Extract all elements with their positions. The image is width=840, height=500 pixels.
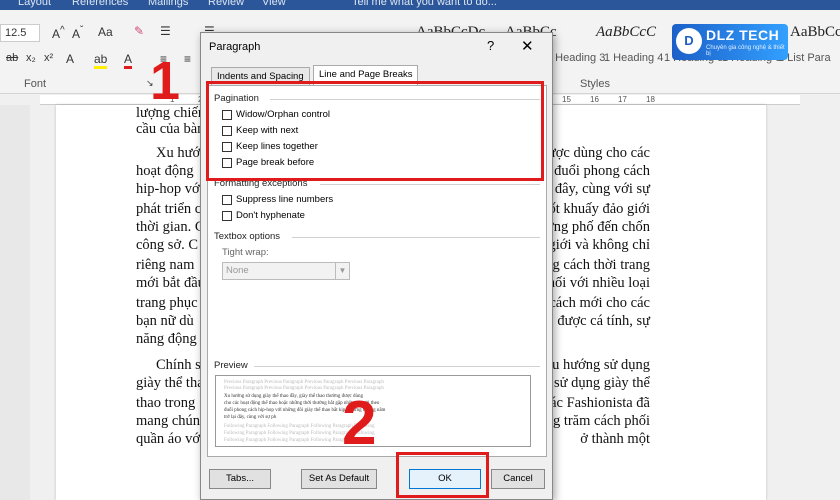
document-text-line: xu hướng sử dụng	[544, 357, 650, 373]
style-heading-3[interactable]: 1 Heading 3	[546, 52, 605, 64]
document-text-line: đây, cùng với sự	[554, 181, 650, 197]
document-text-line: Xu hướ	[156, 145, 201, 161]
document-text-line: đuổi phong cách	[554, 163, 650, 179]
ruler-mark: 17	[618, 95, 627, 104]
ok-highlight-box	[396, 452, 489, 498]
preview-heading: Preview	[214, 360, 248, 371]
document-text-line: quần áo vớ	[136, 431, 201, 447]
cancel-button[interactable]: Cancel	[491, 469, 545, 489]
dlz-tech-logo: D DLZ TECH Chuyên gia công nghệ & thiết …	[672, 24, 788, 60]
style-sample-3[interactable]: AaBbCcC	[596, 24, 656, 52]
change-case-button[interactable]: Aa	[98, 25, 113, 39]
tab-view[interactable]: View	[262, 0, 286, 8]
superscript-icon[interactable]: x²	[44, 52, 53, 64]
dont-hyphenate-checkbox[interactable]	[222, 211, 232, 221]
document-text-line: giày thể tha	[136, 375, 204, 391]
subscript-icon[interactable]: x₂	[26, 52, 36, 64]
tell-me-search[interactable]: Tell me what you want to do...	[352, 0, 497, 8]
step-1-label: 1	[150, 51, 181, 111]
document-text-line: hoạt động	[136, 163, 194, 179]
section-divider	[254, 366, 540, 367]
document-text-line: ng trăm cách phối	[545, 413, 650, 429]
tab-mailings[interactable]: Mailings	[148, 0, 188, 8]
dialog-title: Paragraph	[209, 41, 261, 53]
strikethrough-icon[interactable]: ab	[6, 52, 18, 64]
ribbon-tab-bar: Layout References Mailings Review View T…	[0, 0, 840, 10]
preview-prev-line: Previous Paragraph Previous Paragraph Pr…	[224, 380, 384, 385]
step-2-label: 2	[342, 389, 377, 458]
text-effects-icon[interactable]: A	[66, 52, 74, 66]
document-text-line: ốt khuấy đảo giới	[548, 201, 651, 217]
document-text-line: thao trong	[136, 395, 196, 411]
tab-references[interactable]: References	[72, 0, 128, 8]
document-text-line: công sở. C	[136, 237, 199, 253]
align-center-icon[interactable]: ≡	[184, 52, 191, 66]
document-text-line: hip-hop vớ	[136, 181, 200, 197]
document-text-line: ng cách thời trang	[545, 257, 650, 273]
styles-group-label: Styles	[580, 78, 610, 90]
document-text-line: mới bắt đầu	[136, 275, 205, 291]
ruler-mark: 16	[590, 95, 599, 104]
textbox-options-heading: Textbox options	[214, 231, 281, 242]
document-text-line: hối với nhiều loại	[547, 275, 650, 291]
document-text-line: riêng nam	[136, 257, 195, 273]
document-text-line: năng động	[136, 331, 197, 347]
grow-font-icon[interactable]: A^	[52, 25, 65, 41]
tab-review[interactable]: Review	[208, 0, 244, 8]
font-size-box[interactable]: 12.5	[0, 24, 40, 42]
ruler-mark: 15	[562, 95, 571, 104]
logo-tagline: Chuyên gia công nghệ & thiết bị	[706, 45, 785, 57]
style-sample-4[interactable]: AaBbCc	[790, 24, 840, 52]
document-text-line: ược dùng cho các	[547, 145, 650, 161]
document-text-line: g sử dụng giày thể	[543, 375, 650, 391]
document-text-line: mang chúng	[136, 413, 208, 429]
suppress-line-numbers-checkbox[interactable]	[222, 195, 232, 205]
suppress-line-numbers-label: Suppress line numbers	[236, 194, 334, 205]
document-text-line: trang phục	[136, 295, 198, 311]
document-text-line: được cá tính, sự	[557, 313, 650, 329]
style-heading-4[interactable]: 1 Heading 4	[604, 52, 663, 64]
vertical-ruler	[0, 105, 30, 500]
section-divider	[320, 184, 540, 185]
document-text-line: ở thành một	[580, 431, 650, 447]
document-text-line: ơng phố đến chốn	[546, 219, 650, 235]
document-text-line: thời gian. C	[136, 219, 205, 235]
logo-name: DLZ TECH	[706, 27, 780, 43]
help-button[interactable]: ?	[487, 38, 494, 53]
document-text-line: giới và không chỉ	[548, 237, 651, 253]
chevron-down-icon: ▼	[335, 263, 349, 279]
preview-body-line: trở lại đây, cùng với sự ph	[224, 415, 277, 420]
dont-hyphenate-label: Don't hyphenate	[236, 210, 305, 221]
bullets-icon[interactable]: ☰	[160, 24, 171, 38]
tight-wrap-label: Tight wrap:	[222, 247, 269, 258]
document-text-line: phát triển c	[136, 201, 202, 217]
document-text-line: Chính s	[156, 357, 201, 373]
ruler-mark: 18	[646, 95, 655, 104]
tabs-button[interactable]: Tabs...	[209, 469, 271, 489]
highlight-icon[interactable]: ab	[94, 52, 108, 69]
document-text-line: các Fashionista đã	[543, 395, 650, 411]
set-as-default-button[interactable]: Set As Default	[301, 469, 377, 489]
logo-mark: D	[676, 28, 702, 54]
document-text-line: cách mới cho các	[549, 295, 650, 311]
tight-wrap-select[interactable]: None ▼	[222, 262, 350, 280]
clear-format-icon[interactable]: ✎	[134, 24, 144, 38]
tight-wrap-value: None	[226, 265, 249, 276]
font-group-label: Font	[24, 78, 47, 90]
font-color-icon[interactable]: A	[124, 52, 133, 69]
close-icon[interactable]: ✕	[521, 37, 534, 55]
tab-layout[interactable]: Layout	[18, 0, 51, 8]
document-text-line: bạn nữ dù	[136, 313, 194, 329]
section-divider	[292, 237, 540, 238]
shrink-font-icon[interactable]: Aˇ	[72, 25, 83, 41]
document-text-line: cầu của bàn	[136, 121, 205, 137]
pagination-highlight-box	[206, 81, 544, 181]
